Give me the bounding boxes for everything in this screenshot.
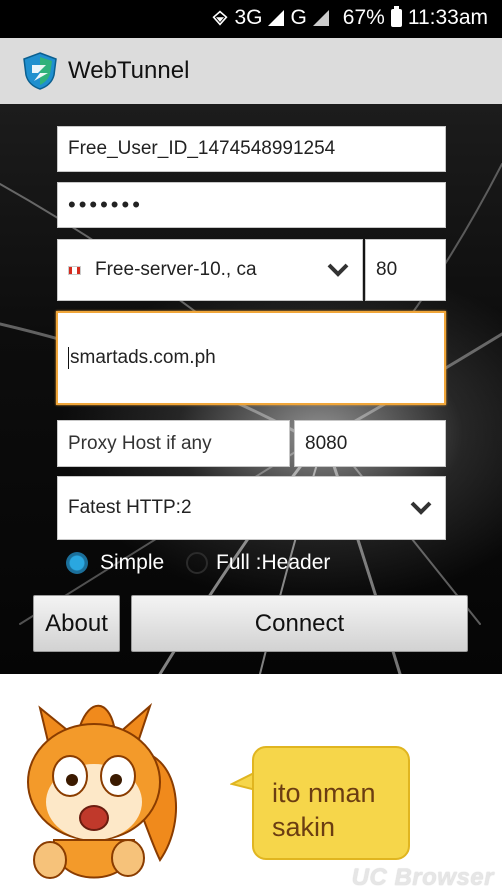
server-select[interactable]: Free-server-10., ca	[57, 239, 363, 301]
server-select-value: Free-server-10., ca	[95, 259, 257, 280]
text-cursor	[68, 347, 69, 369]
radio-simple[interactable]: Simple	[66, 551, 164, 575]
about-button-label: About	[45, 609, 108, 637]
about-button[interactable]: About	[33, 595, 120, 652]
speech-bubble-line-1: ito nman	[272, 778, 376, 808]
app-title: WebTunnel	[68, 57, 190, 84]
proxy-port-field[interactable]: 8080	[294, 420, 446, 467]
connect-button[interactable]: Connect	[131, 595, 468, 652]
uc-squirrel-mascot-icon	[27, 702, 177, 879]
mode-select-value: Fatest HTTP:2	[68, 497, 192, 518]
speech-bubble-line-2: sakin	[272, 812, 336, 842]
radio-selected-icon	[66, 552, 88, 574]
host-field[interactable]: smartads.com.ph	[56, 311, 446, 405]
mode-select[interactable]: Fatest HTTP:2	[57, 476, 446, 540]
speech-bubble: ito nman sakin	[252, 746, 410, 860]
signal-bars-icon	[268, 10, 285, 26]
status-bar: 3G G 67% 11:33am	[0, 0, 502, 38]
password-field[interactable]: •••••••	[57, 182, 446, 228]
radio-simple-label: Simple	[100, 551, 165, 574]
canada-flag-icon	[68, 265, 81, 275]
chevron-down-icon	[410, 501, 432, 515]
user-id-field[interactable]: Free_User_ID_1474548991254	[57, 126, 446, 172]
signal-bars-icon	[312, 10, 329, 26]
webtunnel-shield-logo-icon	[23, 52, 57, 90]
chevron-down-icon	[327, 263, 349, 277]
uc-browser-watermark: UC Browser	[351, 864, 494, 891]
proxy-port-value: 8080	[305, 432, 348, 454]
host-value: smartads.com.ph	[70, 347, 216, 368]
network-g-label: G	[290, 6, 307, 29]
network-3g-label: 3G	[234, 6, 263, 29]
proxy-host-placeholder: Proxy Host if any	[68, 432, 212, 454]
radio-full-header[interactable]: Full :Header	[186, 551, 330, 575]
clock: 11:33am	[407, 6, 488, 29]
radio-full-header-label: Full :Header	[216, 551, 331, 574]
password-value: •••••••	[68, 192, 143, 217]
battery-icon	[390, 6, 402, 27]
app-bar: WebTunnel	[0, 38, 502, 104]
proxy-host-field[interactable]: Proxy Host if any	[57, 420, 290, 467]
server-port-value: 80	[376, 259, 398, 280]
battery-percent: 67%	[342, 6, 385, 29]
connect-button-label: Connect	[254, 609, 345, 637]
radio-unselected-icon	[186, 552, 208, 574]
signal-diamond-icon	[212, 10, 228, 26]
server-port-field[interactable]: 80	[365, 239, 446, 301]
user-id-value: Free_User_ID_1474548991254	[68, 138, 336, 159]
